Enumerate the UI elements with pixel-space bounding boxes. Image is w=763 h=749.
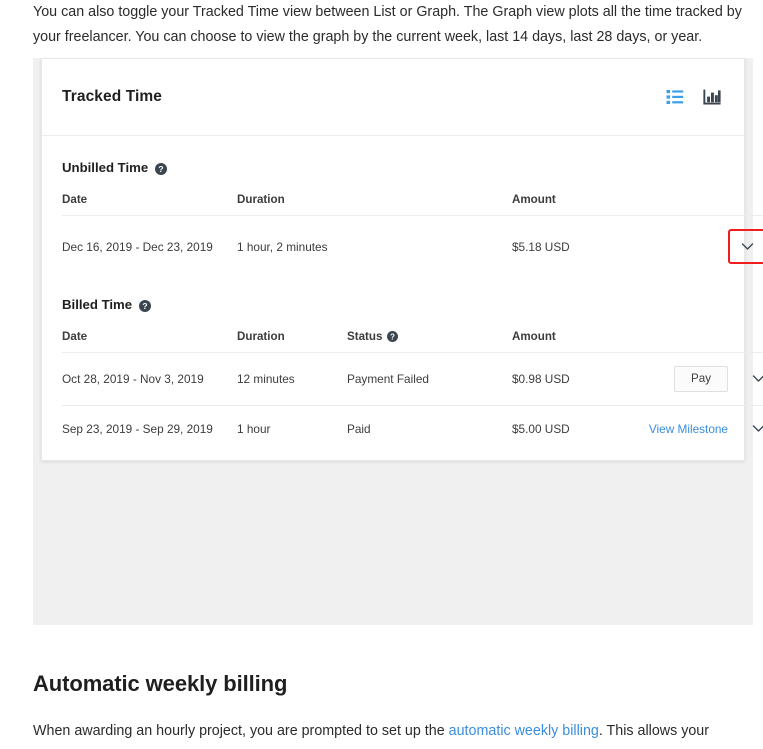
billed-table-header-row: Date Duration Status ? Amount xyxy=(62,330,763,353)
intro-paragraph: You can also toggle your Tracked Time vi… xyxy=(33,4,742,45)
pay-button[interactable]: Pay xyxy=(674,366,728,392)
card-body: Unbilled Time ? Date Duration Amount Dec… xyxy=(42,160,763,453)
list-view-icon[interactable] xyxy=(665,87,685,107)
article-text-part1: When awarding an hourly project, you are… xyxy=(33,723,449,739)
table-row: Oct 28, 2019 - Nov 3, 2019 12 minutes Pa… xyxy=(62,352,763,406)
unbilled-row-duration: 1 hour, 2 minutes xyxy=(237,215,347,277)
billed-row-date: Sep 23, 2019 - Sep 29, 2019 xyxy=(62,404,237,453)
column-header-date: Date xyxy=(62,330,88,343)
chevron-down-icon[interactable] xyxy=(750,370,763,387)
page-title: Tracked Time xyxy=(62,88,162,105)
status-badge: Payment Failed xyxy=(347,352,512,406)
help-circle-icon[interactable]: ? xyxy=(139,299,152,312)
column-header-status: Status ? xyxy=(347,330,512,353)
billed-row-duration: 12 minutes xyxy=(237,352,347,406)
billed-row-date: Oct 28, 2019 - Nov 3, 2019 xyxy=(62,352,237,406)
view-toggle-group xyxy=(665,87,722,107)
status-badge: Paid xyxy=(347,404,512,453)
billed-row-amount: $0.98 USD xyxy=(512,352,642,406)
column-header-amount: Amount xyxy=(512,330,556,343)
column-header-actions xyxy=(642,330,763,353)
chevron-down-icon[interactable] xyxy=(750,420,763,437)
unbilled-time-title: Unbilled Time xyxy=(62,160,149,175)
svg-text:?: ? xyxy=(391,332,396,341)
billed-row-action-cell: View Milestone xyxy=(642,404,763,453)
billed-row-amount: $5.00 USD xyxy=(512,404,642,453)
help-circle-icon[interactable]: ? xyxy=(387,330,399,343)
card-header: Tracked Time xyxy=(42,59,744,136)
billed-row-duration: 1 hour xyxy=(237,404,347,453)
unbilled-row-action-cell xyxy=(642,215,763,277)
billed-time-title: Billed Time xyxy=(62,297,133,312)
column-header-blank xyxy=(347,193,512,216)
bar-chart-view-icon[interactable] xyxy=(702,87,722,107)
expand-row-button-highlighted[interactable] xyxy=(728,229,763,264)
billed-time-table: Date Duration Status ? Amount Oct 28, 20… xyxy=(62,330,763,453)
column-header-duration: Duration xyxy=(237,193,285,206)
unbilled-time-section-header: Unbilled Time ? xyxy=(62,160,724,175)
article-heading: Automatic weekly billing xyxy=(33,671,288,696)
column-header-duration: Duration xyxy=(237,330,285,343)
tracked-time-card: Tracked Time Unbilled Time ? Date Durati… xyxy=(41,58,763,461)
billed-row-action-cell: Pay xyxy=(642,352,763,406)
svg-text:?: ? xyxy=(159,164,164,174)
view-milestone-link[interactable]: View Milestone xyxy=(649,422,728,436)
table-row: Dec 16, 2019 - Dec 23, 2019 1 hour, 2 mi… xyxy=(62,215,763,277)
chevron-down-icon xyxy=(741,243,754,250)
column-header-actions xyxy=(642,193,763,216)
article-text-part2: . This allows your xyxy=(598,723,710,739)
unbilled-time-table: Date Duration Amount Dec 16, 2019 - Dec … xyxy=(62,193,763,277)
svg-text:?: ? xyxy=(143,301,148,311)
page-root: You can also toggle your Tracked Time vi… xyxy=(0,0,763,749)
unbilled-row-spacer xyxy=(347,215,512,277)
help-circle-icon[interactable]: ? xyxy=(155,162,168,175)
billed-time-section-header: Billed Time ? xyxy=(62,297,724,312)
unbilled-row-date: Dec 16, 2019 - Dec 23, 2019 xyxy=(62,215,237,277)
column-header-amount: Amount xyxy=(512,193,556,206)
article-paragraph: When awarding an hourly project, you are… xyxy=(33,719,745,749)
automatic-weekly-billing-link[interactable]: automatic weekly billing xyxy=(449,723,599,739)
column-header-status-label: Status xyxy=(347,330,383,343)
unbilled-table-header-row: Date Duration Amount xyxy=(62,193,763,216)
unbilled-row-amount: $5.18 USD xyxy=(512,215,642,277)
table-row: Sep 23, 2019 - Sep 29, 2019 1 hour Paid … xyxy=(62,404,763,453)
column-header-date: Date xyxy=(62,193,88,206)
